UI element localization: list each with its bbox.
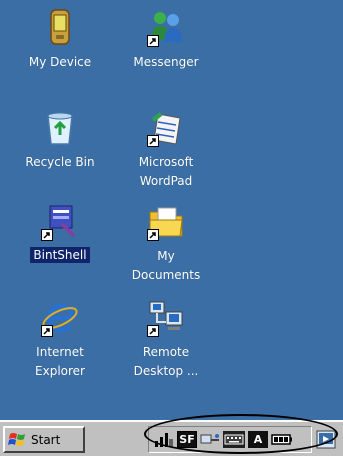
bintshell-icon — [40, 202, 80, 242]
internet-explorer-icon — [40, 298, 80, 338]
desktop-icon-remote-desktop[interactable]: Remote Desktop ... — [111, 298, 221, 381]
network-icon[interactable] — [200, 431, 220, 448]
recycle-bin-icon — [40, 108, 80, 148]
start-label: Start — [31, 432, 61, 447]
shortcut-arrow-icon — [147, 229, 159, 241]
sf-label: SF — [179, 433, 195, 446]
show-desktop-icon[interactable] — [315, 428, 338, 451]
shortcut-arrow-icon — [41, 325, 53, 337]
wordpad-icon — [146, 108, 186, 148]
desktop-icon-label: My Device — [28, 55, 92, 69]
desktop-icon-label: BintShell — [30, 247, 90, 263]
desktop-icon-my-device[interactable]: My Device — [5, 8, 115, 72]
desktop-icon-my-documents[interactable]: My Documents — [111, 202, 221, 285]
pda-device-icon — [40, 8, 80, 48]
input-mode-icon[interactable]: A — [248, 431, 268, 448]
taskbar: Start SF A — [0, 420, 343, 456]
desktop-icon-bintshell[interactable]: BintShell — [5, 202, 115, 263]
start-button[interactable]: Start — [3, 426, 85, 453]
messenger-people-icon — [146, 8, 186, 48]
desktop-icon-label: Microsoft WordPad — [138, 155, 194, 188]
desktop-icon-label: My Documents — [131, 249, 201, 282]
folder-icon — [146, 202, 186, 242]
desktop-icon-label: Remote Desktop ... — [133, 345, 199, 378]
shortcut-arrow-icon — [147, 325, 159, 337]
desktop-icon-label: Messenger — [133, 55, 199, 69]
sf-icon[interactable]: SF — [177, 431, 197, 448]
shortcut-arrow-icon — [41, 229, 53, 241]
desktop-icon-label: Internet Explorer — [35, 345, 85, 378]
desktop-icon-internet-explorer[interactable]: Internet Explorer — [5, 298, 115, 381]
desktop-icon-recycle-bin[interactable]: Recycle Bin — [5, 108, 115, 172]
remote-desktop-icon — [146, 298, 186, 338]
battery-icon[interactable] — [271, 431, 293, 448]
system-tray: SF A — [148, 426, 312, 453]
desktop-icon-label: Recycle Bin — [25, 155, 95, 169]
desktop: My Device Messenger Recycle Bin Microsof… — [0, 0, 343, 456]
input-mode-label: A — [253, 433, 263, 446]
desktop-icon-wordpad[interactable]: Microsoft WordPad — [111, 108, 221, 191]
signal-icon[interactable] — [154, 431, 174, 448]
shortcut-arrow-icon — [147, 35, 159, 47]
windows-flag-icon — [8, 431, 28, 449]
shortcut-arrow-icon — [147, 135, 159, 147]
keyboard-icon[interactable] — [223, 431, 245, 448]
desktop-icon-messenger[interactable]: Messenger — [111, 8, 221, 72]
